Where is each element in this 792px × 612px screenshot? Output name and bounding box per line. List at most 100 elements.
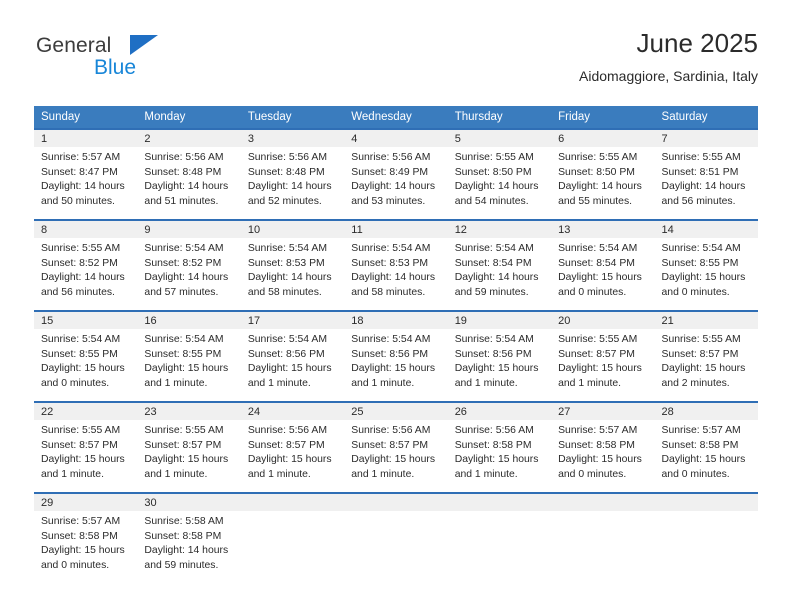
calendar-day-cell[interactable]: 12 Sunrise: 5:54 AM Sunset: 8:54 PM Dayl… [447,219,552,311]
day-cell-inner: 2 Sunrise: 5:56 AM Sunset: 8:48 PM Dayli… [137,130,241,219]
calendar-day-cell[interactable]: 19 Sunrise: 5:54 AM Sunset: 8:56 PM Dayl… [447,310,552,402]
sunset-text: Sunset: 8:58 PM [454,439,532,451]
calendar-day-cell[interactable]: 25 Sunrise: 5:56 AM Sunset: 8:57 PM Dayl… [344,401,448,493]
day-cell-inner: 26 Sunrise: 5:56 AM Sunset: 8:58 PM Dayl… [447,403,552,492]
calendar-day-cell[interactable]: 7 Sunrise: 5:55 AM Sunset: 8:51 PM Dayli… [654,128,758,220]
sunset-text: Sunset: 8:58 PM [558,439,635,451]
day-number: 7 [654,130,758,147]
daylight-text-line2: and 57 minutes. [144,286,219,298]
calendar-day-cell[interactable]: 30 Sunrise: 5:58 AM Sunset: 8:58 PM Dayl… [137,492,241,583]
general-blue-logo[interactable]: General Blue [34,26,294,86]
logo-text-blue: Blue [94,56,137,79]
day-cell-inner: 16 Sunrise: 5:54 AM Sunset: 8:55 PM Dayl… [137,312,241,401]
daylight-text-line1: Daylight: 15 hours [247,363,332,375]
day-number: 4 [344,130,448,147]
daylight-text-line1: Daylight: 15 hours [247,454,332,466]
day-details: Sunrise: 5:57 AM Sunset: 8:47 PM Dayligh… [34,147,137,209]
day-details: Sunrise: 5:58 AM Sunset: 8:58 PM Dayligh… [137,511,240,573]
day-cell-inner: 24 Sunrise: 5:56 AM Sunset: 8:57 PM Dayl… [240,403,345,492]
calendar-day-cell[interactable]: 8 Sunrise: 5:55 AM Sunset: 8:52 PM Dayli… [34,219,138,311]
daylight-text-line1: Daylight: 14 hours [41,181,125,193]
calendar-day-cell[interactable]: 16 Sunrise: 5:54 AM Sunset: 8:55 PM Dayl… [137,310,241,402]
day-cell-inner: 3 Sunrise: 5:56 AM Sunset: 8:48 PM Dayli… [240,130,345,219]
calendar-week-row: 22 Sunrise: 5:55 AM Sunset: 8:57 PM Dayl… [34,401,758,493]
daylight-text-line2: and 1 minute. [41,468,104,480]
daylight-text-line2: and 58 minutes. [247,286,322,298]
day-cell-inner: 10 Sunrise: 5:54 AM Sunset: 8:53 PM Dayl… [240,221,345,310]
title-block: June 2025 Aidomaggiore, Sardinia, Italy [579,26,758,87]
daylight-text-line2: and 1 minute. [144,468,208,480]
calendar-day-cell[interactable]: 10 Sunrise: 5:54 AM Sunset: 8:53 PM Dayl… [240,219,345,311]
calendar-day-cell [240,492,345,583]
daylight-text-line2: and 59 minutes. [454,286,529,298]
calendar-day-cell[interactable]: 20 Sunrise: 5:55 AM Sunset: 8:57 PM Dayl… [551,310,655,402]
calendar-day-cell[interactable]: 1 Sunrise: 5:57 AM Sunset: 8:47 PM Dayli… [34,128,138,220]
sunset-text: Sunset: 8:55 PM [661,257,739,269]
calendar-day-cell [344,492,448,583]
calendar-day-cell[interactable]: 24 Sunrise: 5:56 AM Sunset: 8:57 PM Dayl… [240,401,345,493]
day-cell-inner-empty [344,494,448,583]
calendar-day-cell[interactable]: 9 Sunrise: 5:54 AM Sunset: 8:52 PM Dayli… [137,219,241,311]
calendar-day-cell[interactable]: 3 Sunrise: 5:56 AM Sunset: 8:48 PM Dayli… [240,128,345,220]
calendar-day-cell[interactable]: 6 Sunrise: 5:55 AM Sunset: 8:50 PM Dayli… [551,128,655,220]
sunrise-sunset-calendar-table: Sunday Monday Tuesday Wednesday Thursday… [34,106,758,583]
sunset-text: Sunset: 8:53 PM [351,257,429,269]
calendar-day-cell[interactable]: 22 Sunrise: 5:55 AM Sunset: 8:57 PM Dayl… [34,401,138,493]
sunset-text: Sunset: 8:57 PM [247,439,325,451]
sunset-text: Sunset: 8:57 PM [558,348,635,360]
calendar-day-cell[interactable]: 15 Sunrise: 5:54 AM Sunset: 8:55 PM Dayl… [34,310,138,402]
calendar-day-cell[interactable]: 5 Sunrise: 5:55 AM Sunset: 8:50 PM Dayli… [447,128,552,220]
day-details: Sunrise: 5:55 AM Sunset: 8:57 PM Dayligh… [655,329,758,391]
calendar-day-cell[interactable]: 23 Sunrise: 5:55 AM Sunset: 8:57 PM Dayl… [137,401,241,493]
day-number [240,494,345,511]
sunrise-text: Sunrise: 5:54 AM [247,243,327,254]
day-cell-inner: 30 Sunrise: 5:58 AM Sunset: 8:58 PM Dayl… [137,494,241,583]
day-number: 11 [344,221,448,238]
sunrise-text: Sunrise: 5:54 AM [247,334,327,345]
sunset-text: Sunset: 8:48 PM [144,166,222,178]
day-number: 16 [137,312,241,329]
day-number [447,494,552,511]
day-details: Sunrise: 5:57 AM Sunset: 8:58 PM Dayligh… [551,420,654,482]
day-number [344,494,448,511]
day-details: Sunrise: 5:54 AM Sunset: 8:56 PM Dayligh… [241,329,344,391]
daylight-text-line1: Daylight: 14 hours [247,181,332,193]
day-details: Sunrise: 5:55 AM Sunset: 8:50 PM Dayligh… [551,147,654,209]
calendar-day-cell[interactable]: 27 Sunrise: 5:57 AM Sunset: 8:58 PM Dayl… [551,401,655,493]
calendar-day-cell[interactable]: 11 Sunrise: 5:54 AM Sunset: 8:53 PM Dayl… [344,219,448,311]
calendar-week-row: 1 Sunrise: 5:57 AM Sunset: 8:47 PM Dayli… [34,128,758,220]
day-details: Sunrise: 5:54 AM Sunset: 8:53 PM Dayligh… [241,238,344,300]
daylight-text-line1: Daylight: 15 hours [41,363,125,375]
calendar-day-cell[interactable]: 26 Sunrise: 5:56 AM Sunset: 8:58 PM Dayl… [447,401,552,493]
day-number: 21 [654,312,758,329]
day-cell-inner: 29 Sunrise: 5:57 AM Sunset: 8:58 PM Dayl… [34,494,138,583]
calendar-day-cell[interactable]: 13 Sunrise: 5:54 AM Sunset: 8:54 PM Dayl… [551,219,655,311]
daylight-text-line2: and 52 minutes. [247,195,322,207]
calendar-day-cell[interactable]: 17 Sunrise: 5:54 AM Sunset: 8:56 PM Dayl… [240,310,345,402]
daylight-text-line2: and 56 minutes. [661,195,736,207]
calendar-day-cell[interactable]: 29 Sunrise: 5:57 AM Sunset: 8:58 PM Dayl… [34,492,138,583]
calendar-day-cell[interactable]: 28 Sunrise: 5:57 AM Sunset: 8:58 PM Dayl… [654,401,758,493]
sunrise-text: Sunrise: 5:55 AM [558,152,638,163]
daylight-text-line2: and 59 minutes. [144,559,219,571]
calendar-day-cell[interactable]: 21 Sunrise: 5:55 AM Sunset: 8:57 PM Dayl… [654,310,758,402]
sunrise-text: Sunrise: 5:57 AM [558,425,638,436]
daylight-text-line2: and 0 minutes. [558,468,627,480]
daylight-text-line2: and 1 minute. [454,468,518,480]
daylight-text-line2: and 53 minutes. [351,195,426,207]
day-number: 25 [344,403,448,420]
calendar-day-cell[interactable]: 4 Sunrise: 5:56 AM Sunset: 8:49 PM Dayli… [344,128,448,220]
day-number: 23 [137,403,241,420]
sunset-text: Sunset: 8:57 PM [351,439,429,451]
sunset-text: Sunset: 8:52 PM [41,257,118,269]
calendar-day-cell[interactable]: 14 Sunrise: 5:54 AM Sunset: 8:55 PM Dayl… [654,219,758,311]
daylight-text-line2: and 0 minutes. [41,559,110,571]
day-cell-inner: 7 Sunrise: 5:55 AM Sunset: 8:51 PM Dayli… [654,130,758,219]
calendar-day-cell[interactable]: 2 Sunrise: 5:56 AM Sunset: 8:48 PM Dayli… [137,128,241,220]
day-cell-inner: 1 Sunrise: 5:57 AM Sunset: 8:47 PM Dayli… [34,130,138,219]
sunset-text: Sunset: 8:50 PM [454,166,532,178]
day-cell-inner: 20 Sunrise: 5:55 AM Sunset: 8:57 PM Dayl… [551,312,655,401]
sunrise-text: Sunrise: 5:54 AM [144,243,224,254]
day-details: Sunrise: 5:54 AM Sunset: 8:55 PM Dayligh… [34,329,137,391]
calendar-day-cell[interactable]: 18 Sunrise: 5:54 AM Sunset: 8:56 PM Dayl… [344,310,448,402]
